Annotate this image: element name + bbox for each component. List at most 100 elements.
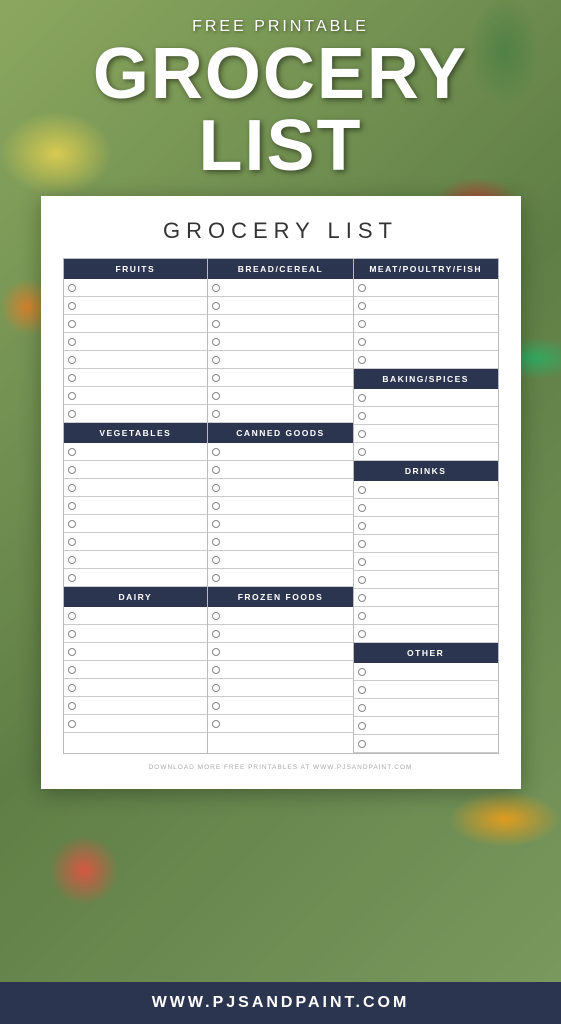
other-header: OTHER xyxy=(354,643,498,663)
bullet-icon xyxy=(68,612,76,620)
list-item xyxy=(208,715,353,733)
other-lines xyxy=(354,663,498,753)
bread-cereal-header: BREAD/CEREAL xyxy=(208,259,353,279)
list-item xyxy=(208,607,353,625)
bullet-icon xyxy=(358,594,366,602)
bullet-icon xyxy=(212,466,220,474)
bullet-icon xyxy=(358,722,366,730)
list-item xyxy=(354,681,498,699)
bullet-icon xyxy=(68,356,76,364)
list-item xyxy=(64,661,208,679)
bullet-icon xyxy=(358,630,366,638)
bullet-icon xyxy=(68,320,76,328)
bullet-icon xyxy=(68,374,76,382)
list-item xyxy=(354,443,498,461)
bullet-icon xyxy=(212,574,220,582)
bullet-icon xyxy=(68,538,76,546)
list-item xyxy=(64,279,208,297)
list-item xyxy=(208,643,353,661)
bullet-icon xyxy=(212,356,220,364)
bullet-icon xyxy=(212,648,220,656)
bullet-icon xyxy=(358,448,366,456)
list-item xyxy=(354,351,498,369)
bullet-icon xyxy=(358,686,366,694)
list-item xyxy=(208,697,353,715)
list-item xyxy=(354,625,498,643)
col-bread-canned-frozen: BREAD/CEREAL CANNED GOODS xyxy=(208,259,353,753)
card-title: GROCERY LIST xyxy=(63,218,499,244)
frozen-foods-header: FROZEN FOODS xyxy=(208,587,353,607)
bullet-icon xyxy=(212,702,220,710)
left-mid-panel: FRUITS VEGETABLES xyxy=(64,259,353,753)
list-item xyxy=(208,679,353,697)
bullet-icon xyxy=(358,504,366,512)
list-item xyxy=(208,443,353,461)
bullet-icon xyxy=(212,302,220,310)
list-item xyxy=(64,607,208,625)
list-item xyxy=(64,533,208,551)
bullet-icon xyxy=(68,338,76,346)
list-item xyxy=(64,387,208,405)
bullet-icon xyxy=(68,410,76,418)
bullet-icon xyxy=(212,520,220,528)
list-item xyxy=(354,425,498,443)
bullet-icon xyxy=(68,484,76,492)
bullet-icon xyxy=(358,704,366,712)
bullet-icon xyxy=(68,684,76,692)
list-item xyxy=(64,333,208,351)
list-item xyxy=(208,369,353,387)
list-item xyxy=(208,533,353,551)
title-line2: LIST xyxy=(20,110,541,182)
printable-card: GROCERY LIST FRUITS xyxy=(41,196,521,789)
right-panel: MEAT/POULTRY/FISH BAKING/SPICES xyxy=(353,259,498,753)
list-item xyxy=(208,351,353,369)
list-item xyxy=(64,369,208,387)
drinks-lines xyxy=(354,481,498,571)
list-item xyxy=(64,351,208,369)
list-item xyxy=(354,663,498,681)
list-item xyxy=(208,405,353,423)
frozen-lines xyxy=(208,607,353,733)
list-item xyxy=(354,607,498,625)
list-item xyxy=(354,481,498,499)
bullet-icon xyxy=(212,410,220,418)
vegetables-lines xyxy=(64,443,208,587)
bullet-icon xyxy=(68,556,76,564)
bullet-icon xyxy=(358,412,366,420)
list-item xyxy=(64,625,208,643)
bullet-icon xyxy=(212,684,220,692)
list-item xyxy=(354,297,498,315)
list-item xyxy=(354,407,498,425)
bullet-icon xyxy=(358,740,366,748)
list-item xyxy=(64,297,208,315)
bullet-icon xyxy=(358,558,366,566)
bullet-icon xyxy=(68,284,76,292)
bullet-icon xyxy=(212,284,220,292)
bullet-icon xyxy=(358,394,366,402)
list-item xyxy=(64,461,208,479)
bullet-icon xyxy=(358,430,366,438)
bullet-icon xyxy=(68,702,76,710)
list-item xyxy=(208,315,353,333)
bullet-icon xyxy=(358,522,366,530)
bullet-icon xyxy=(358,576,366,584)
baking-header: BAKING/SPICES xyxy=(354,369,498,389)
bullet-icon xyxy=(212,538,220,546)
list-item xyxy=(208,461,353,479)
canned-lines xyxy=(208,443,353,587)
list-item xyxy=(208,333,353,351)
list-item xyxy=(354,717,498,735)
bullet-icon xyxy=(68,666,76,674)
meat-header: MEAT/POULTRY/FISH xyxy=(354,259,498,279)
vegetables-header: VEGETABLES xyxy=(64,423,208,443)
bullet-icon xyxy=(212,720,220,728)
drinks-header: DRINKS xyxy=(354,461,498,481)
bullet-icon xyxy=(212,448,220,456)
bullet-icon xyxy=(68,502,76,510)
list-item xyxy=(208,479,353,497)
bullet-icon xyxy=(212,502,220,510)
dairy-header: DAIRY xyxy=(64,587,208,607)
list-item xyxy=(354,699,498,717)
bullet-icon xyxy=(68,448,76,456)
bullet-icon xyxy=(68,574,76,582)
